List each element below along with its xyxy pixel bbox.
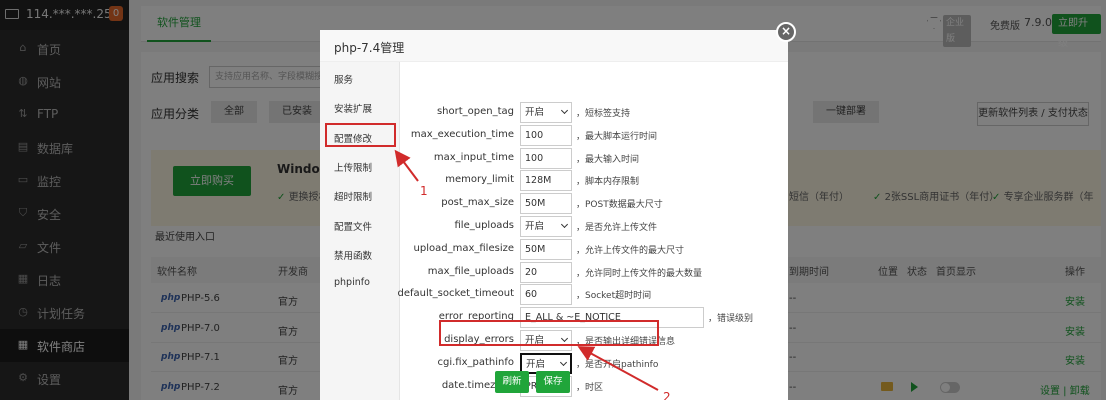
annotation-arrow-1 (394, 149, 419, 182)
annotation-arrows (394, 149, 659, 391)
annotation-arrow-2 (577, 346, 659, 391)
